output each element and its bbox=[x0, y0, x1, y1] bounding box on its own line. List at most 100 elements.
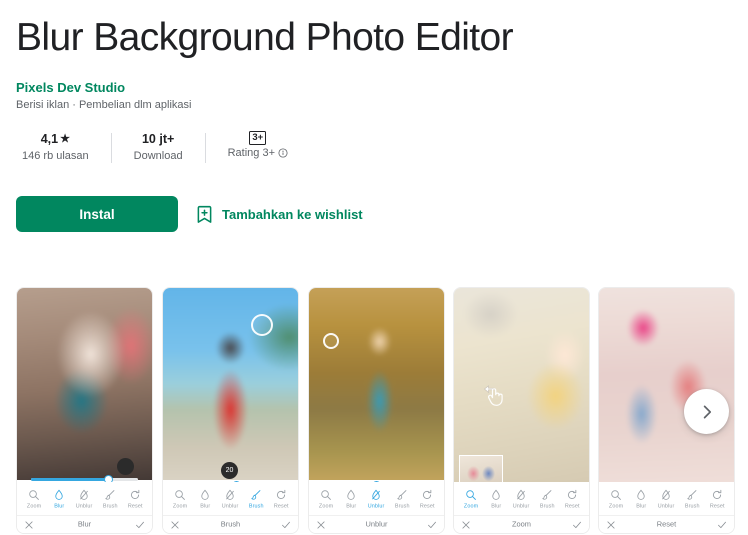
refresh-icon bbox=[713, 489, 722, 500]
carousel-next-button[interactable] bbox=[684, 389, 729, 434]
tool-blur[interactable]: Blur bbox=[484, 489, 509, 508]
stat-content-rating: 3+ Rating 3+ bbox=[206, 131, 310, 169]
tool-brush[interactable]: Brush bbox=[679, 489, 704, 508]
tool-unblur[interactable]: Unblur bbox=[509, 489, 534, 508]
tool-reset[interactable]: Reset bbox=[705, 489, 730, 508]
magnifier-icon bbox=[174, 490, 185, 500]
screenshot-card[interactable]: Zoom Blur Unblur Brush Reset bbox=[453, 287, 590, 534]
tool-unblur[interactable]: Unblur bbox=[654, 489, 679, 508]
brush-icon bbox=[686, 490, 697, 500]
tool-label: Unblur bbox=[368, 502, 385, 509]
slider-fill bbox=[31, 478, 109, 481]
stat-downloads-label: Download bbox=[133, 150, 183, 162]
stat-downloads: 10 jt+ Download bbox=[112, 131, 205, 169]
tool-zoom[interactable]: Zoom bbox=[458, 489, 483, 508]
droplet-slash-icon bbox=[80, 489, 89, 500]
tool-zoom[interactable]: Zoom bbox=[603, 489, 628, 508]
tool-blur[interactable]: Blur bbox=[629, 489, 654, 508]
brush-icon bbox=[396, 490, 407, 500]
magnifier-icon bbox=[320, 490, 331, 500]
editor-bottom-bar: Blur bbox=[17, 515, 152, 533]
tool-label: Reset bbox=[273, 502, 289, 509]
tool-label: Reset bbox=[419, 502, 435, 509]
tool-zoom[interactable]: Zoom bbox=[313, 489, 338, 508]
screenshot-card[interactable]: Zoom Blur Unblur Brush Reset bbox=[16, 287, 153, 534]
stat-rating-label: 146 rb ulasan bbox=[22, 150, 89, 162]
active-tool-label: Unblur bbox=[365, 520, 388, 529]
tool-brush[interactable]: Brush bbox=[534, 489, 559, 508]
tool-reset[interactable]: Reset bbox=[560, 489, 585, 508]
tool-label: Unblur bbox=[513, 502, 530, 509]
tool-label: Reset bbox=[564, 502, 580, 509]
editor-bottom-bar: Unblur bbox=[309, 515, 444, 533]
tool-brush[interactable]: Brush bbox=[389, 489, 414, 508]
add-to-wishlist-button[interactable]: Tambahkan ke wishlist bbox=[196, 196, 363, 232]
screenshot-photo bbox=[309, 288, 444, 480]
tool-label: Blur bbox=[200, 502, 211, 509]
tool-unblur[interactable]: Unblur bbox=[364, 489, 389, 508]
brush-icon bbox=[541, 490, 552, 500]
tool-label: Unblur bbox=[658, 502, 675, 509]
app-tags: Berisi iklan · Pembelian dlm aplikasi bbox=[16, 99, 192, 111]
chevron-right-icon bbox=[703, 405, 711, 418]
install-button[interactable]: Instal bbox=[16, 196, 178, 232]
droplet-slash-icon bbox=[662, 489, 671, 500]
refresh-icon bbox=[568, 489, 577, 500]
tool-zoom[interactable]: Zoom bbox=[167, 489, 192, 508]
content-rating-text: Rating 3+ bbox=[227, 147, 275, 159]
editor-bottom-bar: Brush bbox=[163, 515, 298, 533]
droplet-icon bbox=[55, 489, 63, 500]
content-rating-badge: 3+ bbox=[249, 131, 267, 145]
tool-brush[interactable]: Brush bbox=[243, 489, 268, 508]
screenshot-photo bbox=[17, 288, 152, 480]
tool-unblur[interactable]: Unblur bbox=[218, 489, 243, 508]
screenshot-photo bbox=[163, 288, 298, 480]
editor-toolbar: Zoom Blur Unblur Brush Reset bbox=[599, 482, 734, 515]
active-tool-label: Reset bbox=[656, 520, 677, 529]
tool-label: Brush bbox=[248, 502, 264, 509]
droplet-icon bbox=[347, 489, 355, 500]
editor-bottom-bar: Reset bbox=[599, 515, 734, 533]
screenshot-card[interactable]: Zoom Blur Unblur Brush Reset bbox=[308, 287, 445, 534]
tool-zoom[interactable]: Zoom bbox=[21, 489, 46, 508]
refresh-icon bbox=[131, 489, 140, 500]
stat-rating-value: 4,1 ★ bbox=[41, 131, 70, 148]
tool-blur[interactable]: Blur bbox=[193, 489, 218, 508]
droplet-slash-icon bbox=[517, 489, 526, 500]
tool-blur[interactable]: Blur bbox=[339, 489, 364, 508]
brush-size-badge bbox=[117, 458, 134, 475]
bookmark-plus-icon bbox=[197, 205, 212, 223]
tool-label: Zoom bbox=[608, 502, 623, 509]
brush-size-badge: 20 bbox=[221, 462, 238, 479]
active-tool-label: Blur bbox=[77, 520, 92, 529]
star-icon: ★ bbox=[60, 133, 70, 145]
stat-downloads-value: 10 jt+ bbox=[141, 132, 175, 146]
blur-slider[interactable] bbox=[31, 475, 138, 484]
developer-link[interactable]: Pixels Dev Studio bbox=[16, 80, 125, 96]
brush-cursor bbox=[323, 333, 339, 349]
brush-icon bbox=[250, 490, 261, 500]
tool-unblur[interactable]: Unblur bbox=[72, 489, 97, 508]
editor-toolbar: Zoom Blur Unblur Brush Reset bbox=[454, 482, 589, 515]
page-title: Blur Background Photo Editor bbox=[16, 16, 514, 59]
info-icon[interactable] bbox=[278, 148, 288, 158]
tool-brush[interactable]: Brush bbox=[97, 489, 122, 508]
tool-reset[interactable]: Reset bbox=[415, 489, 440, 508]
tool-reset[interactable]: Reset bbox=[123, 489, 148, 508]
tool-reset[interactable]: Reset bbox=[269, 489, 294, 508]
tool-label: Blur bbox=[491, 502, 502, 509]
tool-label: Blur bbox=[346, 502, 357, 509]
tool-label: Brush bbox=[539, 502, 555, 509]
tool-label: Reset bbox=[709, 502, 725, 509]
screenshot-card[interactable]: 20 Zoom Blur Unblur Brush Reset Brush bbox=[162, 287, 299, 534]
tool-blur[interactable]: Blur bbox=[47, 489, 72, 508]
screenshot-carousel: Zoom Blur Unblur Brush Reset Blur 20 Zoo… bbox=[0, 287, 748, 535]
stat-rating: 4,1 ★ 146 rb ulasan bbox=[16, 131, 111, 169]
magnifier-icon bbox=[28, 490, 39, 500]
tool-label: Unblur bbox=[222, 502, 239, 509]
tool-label: Brush bbox=[684, 502, 700, 509]
rating-number: 4,1 bbox=[40, 132, 59, 146]
magnifier-icon bbox=[465, 490, 476, 500]
photo-backdrop bbox=[163, 288, 298, 480]
tool-label: Zoom bbox=[318, 502, 333, 509]
